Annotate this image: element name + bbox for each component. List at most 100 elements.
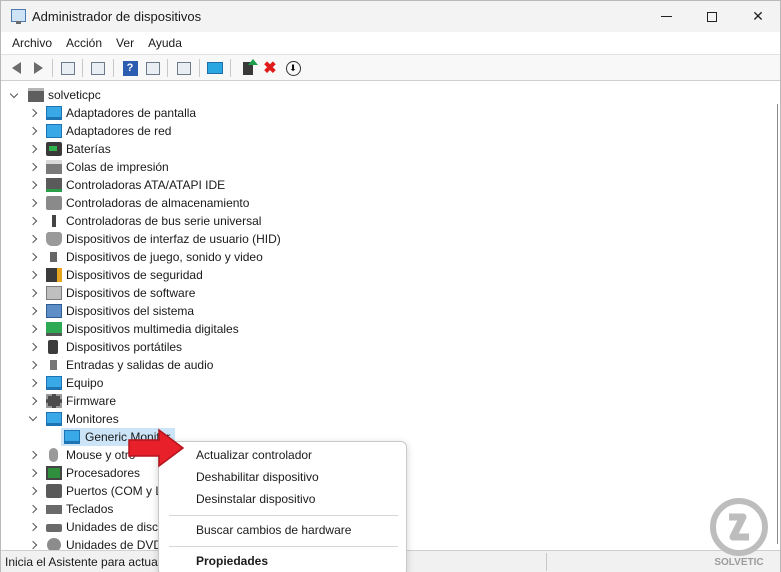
menu-ayuda[interactable]: Ayuda (141, 36, 189, 50)
monitor-icon (46, 412, 62, 426)
minimize-button[interactable] (643, 1, 689, 32)
chevron-right-icon[interactable] (28, 126, 38, 136)
tree-item-label[interactable]: Controladoras ATA/ATAPI IDE (66, 178, 225, 192)
toolbar-separator (82, 59, 83, 77)
chevron-right-icon[interactable] (28, 216, 38, 226)
chevron-right-icon[interactable] (28, 378, 38, 388)
tree-root-label[interactable]: solveticpc (48, 88, 101, 102)
chevron-right-icon[interactable] (28, 504, 38, 514)
refresh-button[interactable] (89, 59, 107, 77)
menu-item-update-driver[interactable]: Actualizar controlador (159, 444, 406, 466)
scrollbar[interactable] (777, 104, 778, 544)
chevron-right-icon[interactable] (28, 396, 38, 406)
tree-item-label[interactable]: Procesadores (66, 466, 140, 480)
watermark-text: SOLVETIC (714, 557, 764, 568)
tree-item-label[interactable]: Adaptadores de red (66, 124, 171, 138)
tree-item-label[interactable]: Equipo (66, 376, 103, 390)
forward-button[interactable] (29, 59, 47, 77)
menu-item-label: Desinstalar dispositivo (196, 492, 316, 506)
tree-item-label[interactable]: Monitores (66, 412, 119, 426)
toolbar: ? ✖ ⬇ (1, 54, 780, 81)
close-button[interactable]: ✕ (735, 1, 781, 32)
help-button[interactable]: ? (121, 59, 139, 77)
tree-item-label[interactable]: Puertos (COM y L (66, 484, 162, 498)
window-title: Administrador de dispositivos (32, 9, 202, 24)
menu-item-properties[interactable]: Propiedades (159, 550, 406, 572)
security-icon (46, 268, 62, 282)
scan-hardware-button[interactable] (206, 59, 224, 77)
menu-item-label: Buscar cambios de hardware (196, 523, 352, 537)
tree-item-label[interactable]: Dispositivos de interfaz de usuario (HID… (66, 232, 281, 246)
tree-item-label[interactable]: Controladoras de bus serie universal (66, 214, 261, 228)
chevron-right-icon[interactable] (28, 180, 38, 190)
tree-item-label[interactable]: Dispositivos de juego, sonido y video (66, 250, 263, 264)
chevron-right-icon[interactable] (28, 468, 38, 478)
chevron-down-icon[interactable] (28, 414, 38, 424)
audio-icon (46, 358, 62, 372)
disk-icon (46, 524, 62, 532)
toolbar-separator (167, 59, 168, 77)
print-button[interactable] (175, 59, 193, 77)
disable-button[interactable]: ⬇ (284, 59, 302, 77)
forward-icon (33, 62, 43, 74)
back-button[interactable] (7, 59, 25, 77)
toolbar-separator (199, 59, 200, 77)
tree-item-label[interactable]: Unidades de disco (66, 520, 165, 534)
menu-separator (169, 546, 398, 547)
printer-icon (46, 160, 62, 174)
chevron-right-icon[interactable] (28, 234, 38, 244)
chevron-right-icon[interactable] (28, 486, 38, 496)
properties-button[interactable] (59, 59, 77, 77)
maximize-icon (707, 11, 717, 22)
menu-item-scan-hardware[interactable]: Buscar cambios de hardware (159, 519, 406, 541)
maximize-button[interactable] (689, 1, 735, 32)
menu-ver[interactable]: Ver (109, 36, 141, 50)
tree-item-label[interactable]: Dispositivos multimedia digitales (66, 322, 239, 336)
chevron-right-icon[interactable] (28, 108, 38, 118)
menu-item-disable-device[interactable]: Deshabilitar dispositivo (159, 466, 406, 488)
chevron-right-icon[interactable] (28, 198, 38, 208)
chevron-right-icon[interactable] (28, 270, 38, 280)
chevron-right-icon[interactable] (28, 324, 38, 334)
tree-item-label[interactable]: Entradas y salidas de audio (66, 358, 213, 372)
tree-item-label[interactable]: Dispositivos portátiles (66, 340, 182, 354)
update-driver-icon (243, 58, 258, 75)
chevron-down-icon[interactable] (9, 91, 19, 101)
tree-item-label[interactable]: Teclados (66, 502, 113, 516)
chevron-right-icon[interactable] (28, 540, 38, 550)
chevron-right-icon[interactable] (28, 522, 38, 532)
system-icon (46, 304, 62, 318)
tree-item-label[interactable]: Dispositivos de software (66, 286, 195, 300)
display-adapter-icon (46, 106, 62, 120)
tree-item-label[interactable]: Dispositivos del sistema (66, 304, 194, 318)
battery-icon (46, 142, 62, 156)
uninstall-button[interactable]: ✖ (261, 59, 279, 77)
chevron-right-icon[interactable] (28, 306, 38, 316)
chevron-right-icon[interactable] (28, 450, 38, 460)
storage-controller-icon (46, 196, 62, 210)
view-button[interactable] (144, 59, 162, 77)
chevron-right-icon[interactable] (28, 360, 38, 370)
chevron-right-icon[interactable] (28, 162, 38, 172)
chevron-right-icon[interactable] (28, 288, 38, 298)
menu-archivo[interactable]: Archivo (5, 36, 59, 50)
uninstall-icon: ✖ (263, 60, 277, 77)
chevron-right-icon[interactable] (28, 252, 38, 262)
usb-icon (46, 214, 62, 228)
menu-item-uninstall-device[interactable]: Desinstalar dispositivo (159, 488, 406, 510)
update-driver-button[interactable] (239, 58, 258, 77)
tree-item-label[interactable]: Colas de impresión (66, 160, 169, 174)
help-icon: ? (122, 60, 138, 76)
menu-accion[interactable]: Acción (59, 36, 109, 50)
chevron-right-icon[interactable] (28, 144, 38, 154)
tree-item-label[interactable]: Firmware (66, 394, 116, 408)
ide-controller-icon (46, 178, 62, 192)
menu-item-label: Actualizar controlador (196, 448, 313, 462)
red-arrow-icon (128, 428, 185, 468)
tree-item-label[interactable]: Dispositivos de seguridad (66, 268, 203, 282)
tree-item-label[interactable]: Controladoras de almacenamiento (66, 196, 249, 210)
tree-item-label[interactable]: Baterías (66, 142, 111, 156)
monitor-icon (64, 430, 80, 444)
tree-item-label[interactable]: Adaptadores de pantalla (66, 106, 196, 120)
chevron-right-icon[interactable] (28, 342, 38, 352)
